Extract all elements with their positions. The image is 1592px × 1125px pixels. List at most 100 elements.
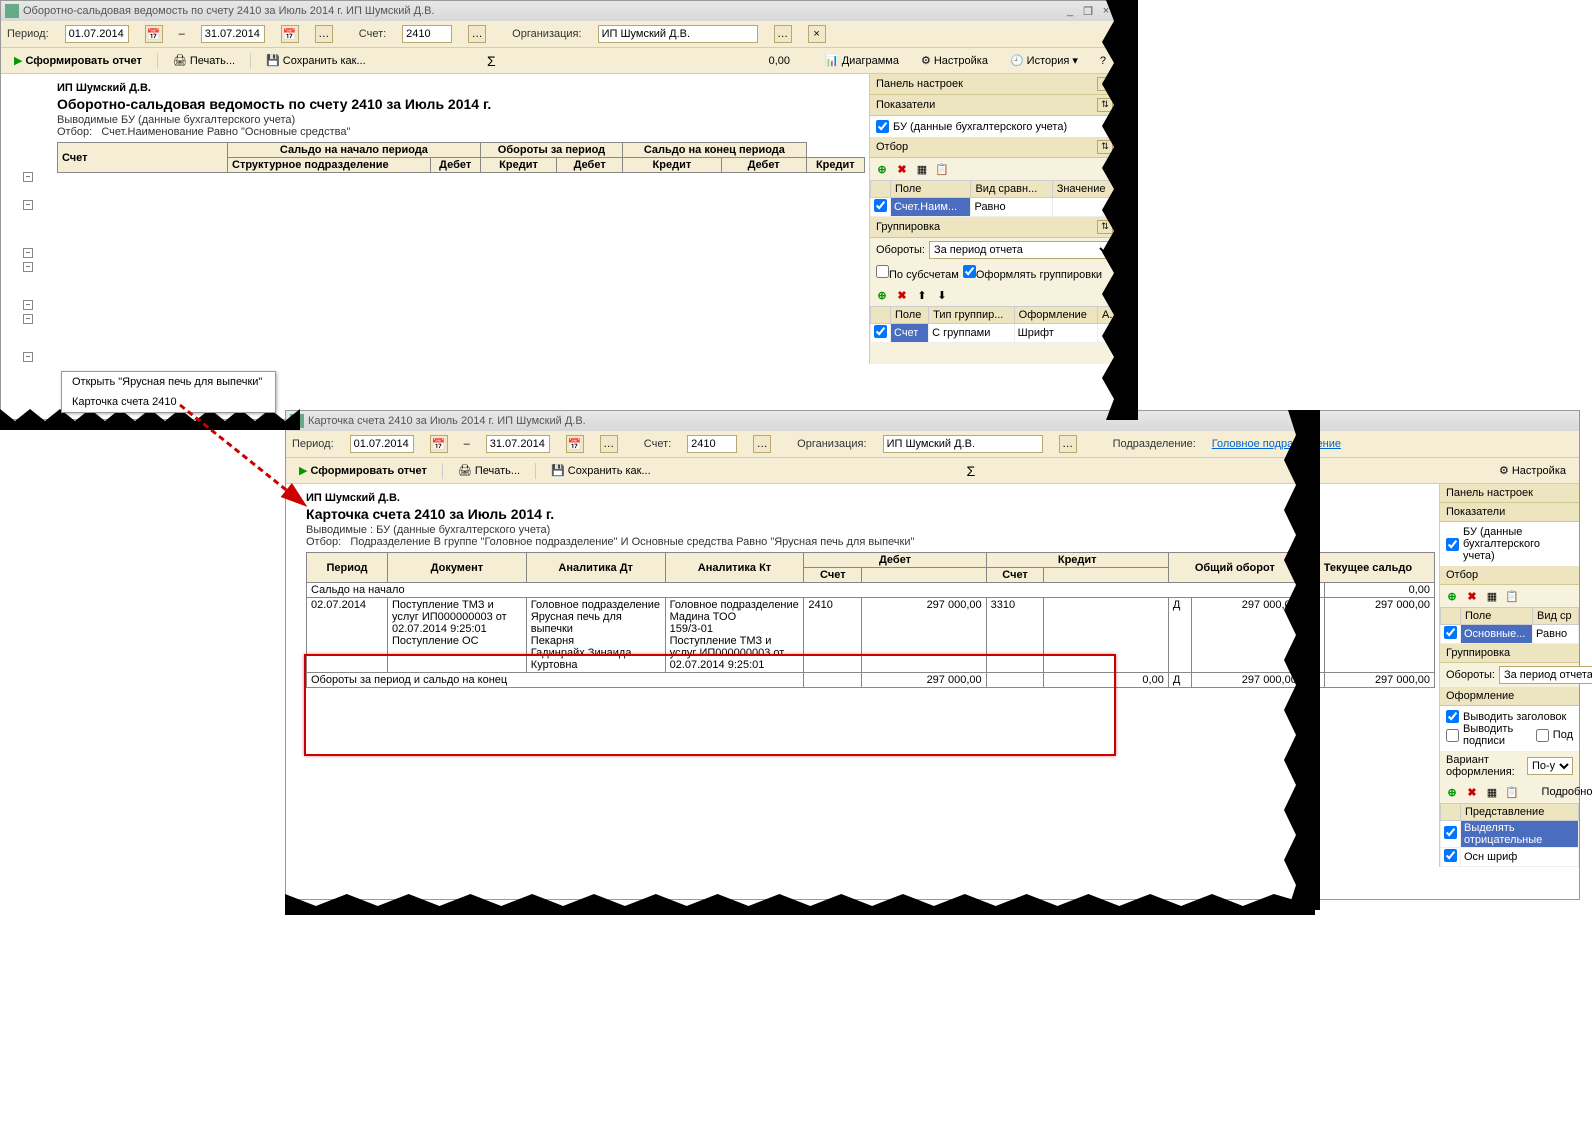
save-as-button[interactable]: 💾Сохранить как... (259, 51, 373, 70)
date-to-input[interactable] (486, 435, 550, 453)
org-picker-button[interactable]: … (774, 25, 792, 43)
minimize-button[interactable]: _ (1061, 5, 1079, 17)
window-osv: Оборотно-сальдовая ведомость по счету 24… (0, 0, 1120, 420)
chevron-icon[interactable]: ⇅ (1097, 98, 1113, 112)
report-area: ИП Шумский Д.В. Оборотно-сальдовая ведом… (55, 74, 869, 364)
setup-button[interactable]: ⚙Настройка (914, 51, 995, 70)
group-grid[interactable]: ПолеТип группир...ОформлениеА. СчетС гру… (870, 306, 1119, 343)
grid-icon[interactable]: ▦ (1484, 784, 1500, 800)
print-button[interactable]: 🖨Печать... (166, 51, 242, 70)
run-report-button[interactable]: ▶Сформировать отчет (7, 51, 149, 70)
ctx-open-item[interactable]: Открыть "Ярусная печь для выпечки" (62, 372, 275, 392)
bu-checkbox[interactable]: БУ (данные бухгалтерского учета) (1446, 526, 1573, 562)
period-picker-button[interactable]: … (600, 435, 618, 453)
add-icon[interactable]: ⊕ (874, 287, 890, 303)
sign-checkbox[interactable]: Выводить подписи Под (1446, 723, 1573, 747)
tree-collapse-button[interactable]: − (23, 200, 33, 210)
context-menu[interactable]: Открыть "Ярусная печь для выпечки" Карто… (61, 371, 276, 413)
collapse-icon[interactable]: ▸ (1097, 77, 1113, 91)
settings-header: Панель настроек▸ (870, 74, 1119, 95)
bu-checkbox[interactable]: БУ (данные бухгалтерского учета) (876, 120, 1113, 133)
account-input[interactable] (402, 25, 452, 43)
date-from-input[interactable] (65, 25, 129, 43)
calendar-icon[interactable]: 📅 (566, 435, 584, 453)
account-picker-button[interactable]: … (753, 435, 771, 453)
calendar-icon[interactable]: 📅 (145, 25, 163, 43)
header-checkbox[interactable]: Выводить заголовок (1446, 710, 1573, 723)
delete-icon[interactable]: ✖ (1464, 784, 1480, 800)
run-report-button[interactable]: ▶Сформировать отчет (292, 461, 434, 480)
add-icon[interactable]: ⊕ (874, 161, 890, 177)
group-header[interactable]: Группировка⇅ (870, 217, 1119, 238)
filter-grid[interactable]: ПолеВид ср Основные...Равно (1440, 607, 1579, 644)
chevron-icon[interactable]: ⇅ (1097, 220, 1113, 234)
report-heading: Оборотно-сальдовая ведомость по счету 24… (57, 96, 865, 112)
copy-icon[interactable]: 📋 (934, 161, 950, 177)
tree-collapse-button[interactable]: − (23, 352, 33, 362)
tree-collapse-button[interactable]: − (23, 300, 33, 310)
titlebar[interactable]: Оборотно-сальдовая ведомость по счету 24… (1, 1, 1119, 21)
help-button[interactable]: ? (1093, 52, 1113, 70)
toolbar: ▶Сформировать отчет 🖨Печать... 💾Сохранит… (1, 48, 1119, 74)
account-picker-button[interactable]: … (468, 25, 486, 43)
delete-icon[interactable]: ✖ (894, 287, 910, 303)
filter-header[interactable]: Отбор⇅ (870, 137, 1119, 158)
diagram-button[interactable]: 📊Диаграмма (818, 51, 906, 70)
printer-icon: 🖨 (458, 464, 472, 477)
card-table[interactable]: Период Документ Аналитика Дт Аналитика К… (306, 552, 1435, 688)
sum-value: 0,00 (610, 55, 810, 67)
add-icon[interactable]: ⊕ (1444, 588, 1460, 604)
filter-grid[interactable]: ПолеВид сравн...Значение Счет.Наим...Рав… (870, 180, 1119, 217)
turnover-select[interactable]: За период отчета (1499, 666, 1592, 684)
org-input[interactable] (598, 25, 758, 43)
titlebar[interactable]: Карточка счета 2410 за Июль 2014 г. ИП Ш… (286, 411, 1579, 431)
delete-icon[interactable]: ✖ (894, 161, 910, 177)
setup-button[interactable]: ⚙Настройка (1492, 461, 1573, 480)
up-icon[interactable]: ⬆ (914, 287, 930, 303)
params-bar: Период: 📅 – 📅 … Счет: … Организация: … × (1, 21, 1119, 48)
tree-collapse-button[interactable]: − (23, 172, 33, 182)
org-input[interactable] (883, 435, 1043, 453)
account-input[interactable] (687, 435, 737, 453)
save-as-button[interactable]: 💾Сохранить как... (544, 461, 658, 480)
close-button[interactable]: × (1097, 5, 1115, 17)
report-sub1: Выводимые БУ (данные бухгалтерского учет… (57, 114, 865, 126)
app-icon (5, 4, 19, 18)
turnover-select[interactable]: За период отчета (929, 241, 1113, 259)
calendar-icon[interactable]: 📅 (281, 25, 299, 43)
ctx-card-item[interactable]: Карточка счета 2410 (62, 392, 275, 412)
indicators-header[interactable]: Показатели⇅ (870, 95, 1119, 116)
settings-panel: Панель настроек▸ Показатели⇅ БУ (данные … (869, 74, 1119, 364)
variant-select[interactable]: По-у (1527, 757, 1573, 775)
tree-gutter: − − − − − − − (1, 74, 55, 364)
copy-icon[interactable]: 📋 (1504, 784, 1520, 800)
calendar-icon[interactable]: 📅 (430, 435, 448, 453)
grid-icon[interactable]: ▦ (1484, 588, 1500, 604)
dept-link[interactable]: Головное подразделение (1212, 438, 1341, 450)
tree-collapse-button[interactable]: − (23, 262, 33, 272)
clear-org-button[interactable]: × (808, 25, 826, 43)
date-from-input[interactable] (350, 435, 414, 453)
fmt-checkbox[interactable]: Оформлять группировки (963, 265, 1102, 281)
delete-icon[interactable]: ✖ (1464, 588, 1480, 604)
period-picker-button[interactable]: … (315, 25, 333, 43)
add-icon[interactable]: ⊕ (1444, 784, 1460, 800)
gear-icon: ⚙ (1499, 464, 1509, 477)
history-button[interactable]: 🕘История ▾ (1003, 51, 1085, 70)
tree-collapse-button[interactable]: − (23, 314, 33, 324)
restore-button[interactable]: ❐ (1079, 5, 1097, 18)
data-row[interactable]: 02.07.2014 Поступление ТМЗ и услуг ИП000… (307, 598, 1435, 673)
copy-icon[interactable]: 📋 (1504, 588, 1520, 604)
chevron-icon[interactable]: ⇅ (1097, 140, 1113, 154)
date-to-input[interactable] (201, 25, 265, 43)
report-heading: Карточка счета 2410 за Июль 2014 г. (306, 506, 1435, 522)
tree-collapse-button[interactable]: − (23, 248, 33, 258)
down-icon[interactable]: ⬇ (934, 287, 950, 303)
subacct-checkbox[interactable]: По субсчетам (876, 265, 959, 281)
org-picker-button[interactable]: … (1059, 435, 1077, 453)
app-icon (290, 414, 304, 428)
print-button[interactable]: 🖨Печать... (451, 461, 527, 480)
grid-icon[interactable]: ▦ (914, 161, 930, 177)
osv-table[interactable]: Счет Сальдо на начало периода Обороты за… (57, 142, 865, 173)
presentation-grid[interactable]: Представление Выделять отрицательные Осн… (1440, 803, 1579, 867)
